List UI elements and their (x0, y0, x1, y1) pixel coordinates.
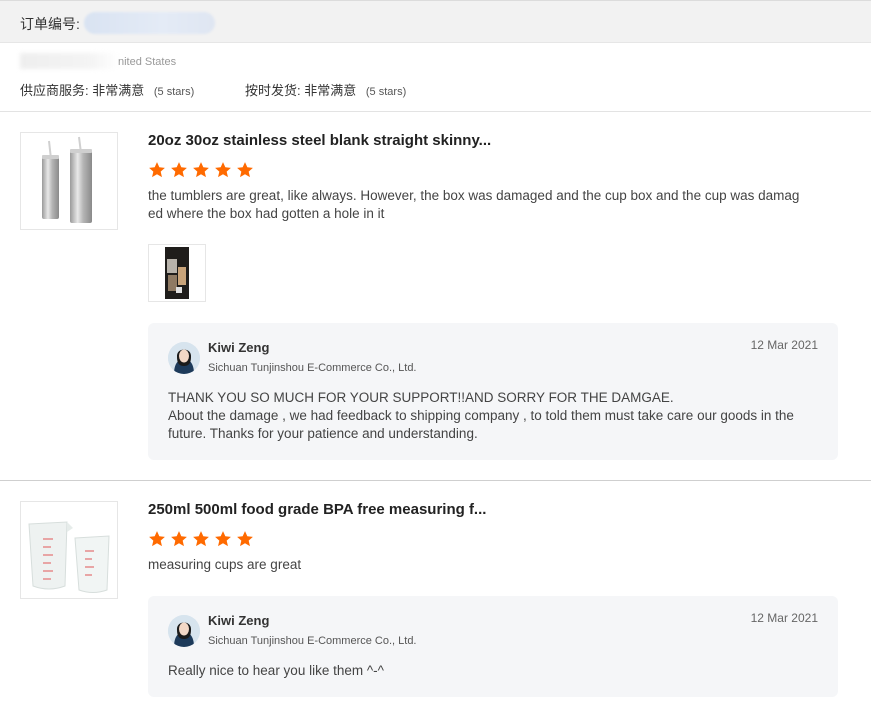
seller-reply: Kiwi Zeng Sichuan Tunjinshou E-Commerce … (148, 596, 838, 697)
seller-avatar-image (168, 615, 200, 647)
ontime-shipping-stars: (5 stars) (365, 86, 407, 98)
star-icon (215, 531, 231, 547)
star-icon (193, 531, 209, 547)
star-icon (237, 162, 253, 178)
ontime-shipping-value: 非常满意 (304, 83, 357, 98)
review-divider (0, 480, 871, 481)
seller-avatar-image (168, 342, 200, 374)
order-number-label: 订单编号: (20, 16, 80, 32)
reply-date: 12 Mar 2021 (750, 611, 818, 625)
seller-company: Sichuan Tunjinshou E-Commerce Co., Ltd. (208, 362, 417, 374)
star-icon (215, 162, 231, 178)
buyer-location: nited States (118, 56, 177, 68)
ontime-shipping-label: 按时发货: (245, 83, 301, 98)
order-number-redacted (84, 12, 215, 34)
review-photo-thumbnail[interactable] (148, 244, 206, 302)
supplier-service-rating: 供应商服务: 非常满意 (5 stars) (20, 80, 194, 99)
product-thumbnail-tumbler[interactable] (20, 132, 118, 230)
section-divider (0, 111, 871, 112)
measuring-cups-image (28, 521, 110, 593)
reply-text: THANK YOU SO MUCH FOR YOUR SUPPORT!!AND … (168, 389, 818, 443)
review-text: measuring cups are great (148, 557, 302, 572)
order-header: 订单编号: (0, 0, 871, 43)
rating-stars (148, 161, 254, 179)
star-icon (171, 531, 187, 547)
buyer-name-redacted (20, 53, 120, 69)
review-text: the tumblers are great, like always. How… (148, 188, 800, 221)
reply-line: About the damage , we had feedback to sh… (168, 408, 794, 441)
reply-line: THANK YOU SO MUCH FOR YOUR SUPPORT!!AND … (168, 390, 674, 405)
supplier-service-label: 供应商服务: (20, 83, 89, 98)
rating-stars (148, 530, 254, 548)
seller-name: Kiwi Zeng (208, 613, 270, 628)
reply-date: 12 Mar 2021 (750, 338, 818, 352)
product-thumbnail-measuring-cups[interactable] (20, 501, 118, 599)
star-icon (193, 162, 209, 178)
seller-company: Sichuan Tunjinshou E-Commerce Co., Ltd. (208, 635, 417, 647)
seller-avatar (168, 342, 200, 374)
star-icon (149, 531, 165, 547)
supplier-service-value: 非常满意 (92, 83, 145, 98)
supplier-service-stars: (5 stars) (153, 86, 195, 98)
product-title[interactable]: 20oz 30oz stainless steel blank straight… (148, 132, 491, 149)
star-icon (149, 162, 165, 178)
reply-line: Really nice to hear you like them ^-^ (168, 663, 385, 678)
seller-reply: Kiwi Zeng Sichuan Tunjinshou E-Commerce … (148, 323, 838, 460)
review-photo-image (165, 247, 189, 299)
seller-name: Kiwi Zeng (208, 340, 270, 355)
tumbler-image (42, 136, 92, 223)
star-icon (237, 531, 253, 547)
ontime-shipping-rating: 按时发货: 非常满意 (5 stars) (245, 80, 406, 99)
product-title[interactable]: 250ml 500ml food grade BPA free measurin… (148, 501, 486, 518)
reply-text: Really nice to hear you like them ^-^ (168, 662, 818, 680)
seller-avatar (168, 615, 200, 647)
star-icon (171, 162, 187, 178)
